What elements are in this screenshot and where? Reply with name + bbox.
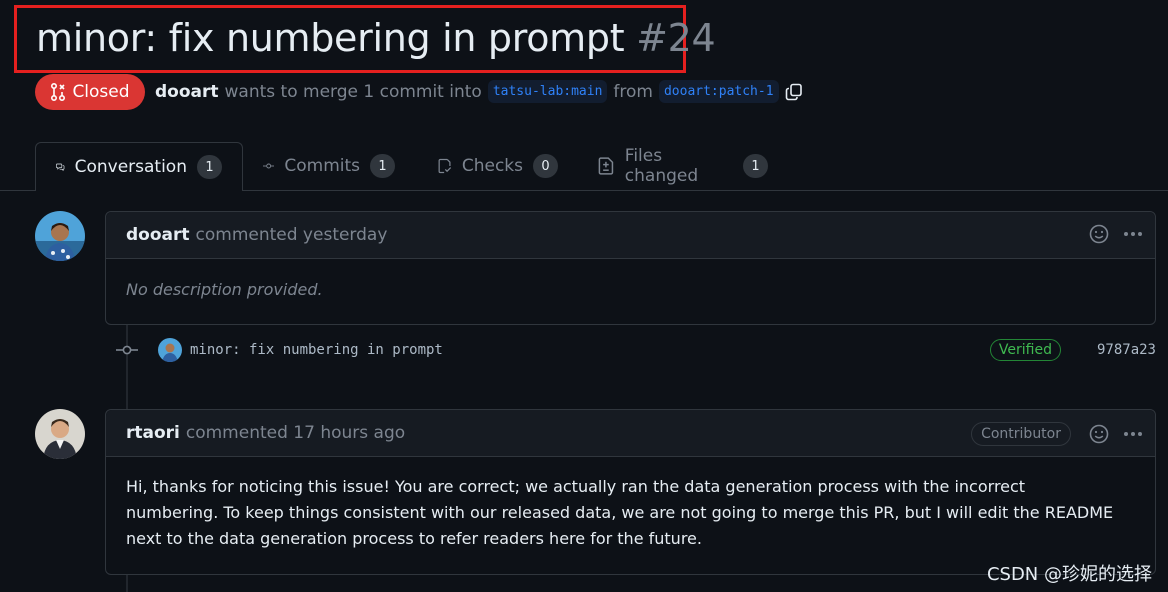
file-diff-icon (598, 157, 614, 175)
commit-icon (263, 163, 275, 169)
avatar-image (35, 211, 85, 261)
pr-number: #24 (636, 16, 716, 60)
tab-label: Checks (461, 156, 523, 176)
meta-text: wants to merge 1 commit into (224, 81, 482, 102)
tab-conversation[interactable]: Conversation 1 (35, 142, 243, 191)
commit-sha-link[interactable]: 9787a23 (1097, 342, 1156, 358)
comment-header: dooart commented yesterday (106, 212, 1155, 259)
author-link[interactable]: dooart (155, 82, 219, 102)
comment-timestamp[interactable]: commented 17 hours ago (186, 423, 405, 443)
comment-timestamp[interactable]: commented yesterday (196, 225, 388, 245)
page-title: minor: fix numbering in prompt #24 (36, 16, 716, 60)
tab-counter: 0 (533, 154, 558, 178)
comment-author[interactable]: rtaori (126, 423, 180, 443)
pr-meta: dooart wants to merge 1 commit into tats… (155, 80, 803, 103)
from-text: from (613, 81, 653, 102)
tab-files-changed[interactable]: Files changed 1 (578, 142, 788, 190)
comment-box: dooart commented yesterday No descriptio… (105, 211, 1156, 325)
contributor-badge: Contributor (971, 422, 1071, 446)
commit-row: minor: fix numbering in prompt Verified … (116, 336, 1156, 364)
copy-icon[interactable] (785, 83, 803, 101)
tab-counter: 1 (370, 154, 395, 178)
tab-commits[interactable]: Commits 1 (243, 142, 415, 190)
head-branch-link[interactable]: dooart:patch-1 (658, 80, 779, 103)
verified-badge[interactable]: Verified (989, 339, 1061, 361)
tab-label: Commits (284, 156, 360, 176)
tab-checks[interactable]: Checks 0 (418, 142, 578, 190)
avatar-image (35, 409, 85, 459)
pr-closed-icon (51, 83, 66, 101)
kebab-horizontal-icon[interactable] (1123, 431, 1143, 437)
comment-author[interactable]: dooart (126, 225, 190, 245)
tab-counter: 1 (197, 155, 222, 179)
status-label: Closed (72, 82, 130, 102)
smiley-icon[interactable] (1089, 224, 1109, 244)
watermark: CSDN @珍妮的选择 (986, 564, 1152, 585)
comment-body: Hi, thanks for noticing this issue! You … (126, 477, 1114, 548)
status-badge: Closed (35, 74, 145, 110)
checklist-icon (438, 158, 452, 174)
comment-box: rtaori commented 17 hours ago Contributo… (105, 409, 1156, 575)
commit-message-link[interactable]: minor: fix numbering in prompt (190, 342, 443, 358)
tab-label: Conversation (74, 157, 187, 177)
commit-author-avatar[interactable] (158, 338, 182, 362)
base-branch-link[interactable]: tatsu-lab:main (487, 80, 608, 103)
commit-icon (116, 345, 138, 355)
conversation-icon (56, 163, 65, 172)
smiley-icon[interactable] (1089, 424, 1109, 444)
tab-counter: 1 (743, 154, 768, 178)
avatar[interactable] (35, 409, 85, 459)
comment-body: No description provided. (126, 280, 323, 299)
comment-header: rtaori commented 17 hours ago Contributo… (106, 410, 1155, 457)
avatar[interactable] (35, 211, 85, 261)
tab-label: Files changed (624, 146, 699, 186)
pr-title: minor: fix numbering in prompt (36, 16, 625, 60)
kebab-horizontal-icon[interactable] (1123, 231, 1143, 237)
